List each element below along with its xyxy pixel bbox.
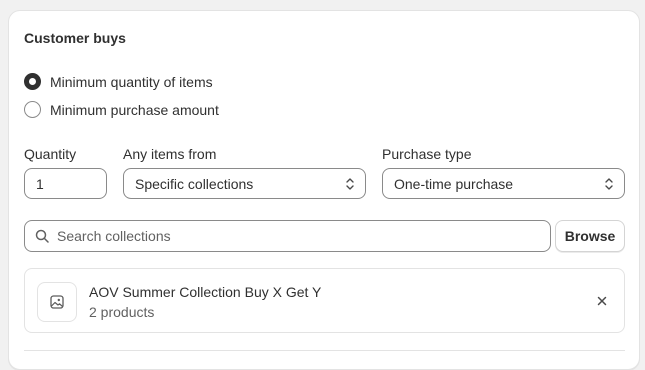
radio-minimum-quantity[interactable]: Minimum quantity of items: [24, 73, 213, 90]
search-placeholder: Search collections: [57, 228, 171, 244]
items-from-select[interactable]: Specific collections: [123, 168, 366, 199]
search-icon: [35, 229, 49, 243]
selected-collection-item: AOV Summer Collection Buy X Get Y 2 prod…: [24, 268, 625, 333]
search-collections-input[interactable]: Search collections: [24, 220, 551, 252]
radio-label-minimum-quantity: Minimum quantity of items: [50, 73, 213, 90]
purchase-type-value: One-time purchase: [394, 175, 514, 192]
quantity-value: 1: [36, 175, 44, 192]
purchase-type-select[interactable]: One-time purchase: [382, 168, 625, 199]
purchase-type-label: Purchase type: [382, 146, 472, 162]
items-from-label: Any items from: [123, 146, 217, 162]
quantity-label: Quantity: [24, 146, 77, 162]
collection-product-count: 2 products: [89, 304, 155, 320]
radio-minimum-purchase[interactable]: Minimum purchase amount: [24, 101, 219, 118]
select-chevron-icon: [605, 178, 613, 190]
remove-collection-button[interactable]: [594, 293, 610, 309]
radio-label-minimum-purchase: Minimum purchase amount: [50, 101, 219, 118]
image-placeholder-icon: [50, 295, 64, 309]
radio-button-unchecked[interactable]: [24, 101, 41, 118]
section-divider: [24, 350, 625, 351]
radio-button-checked[interactable]: [24, 73, 41, 90]
browse-button[interactable]: Browse: [555, 220, 625, 252]
items-from-value: Specific collections: [135, 175, 254, 192]
close-icon: [597, 296, 607, 306]
collection-thumbnail: [37, 282, 77, 322]
quantity-input[interactable]: 1: [24, 168, 107, 199]
customer-buys-card: Customer buys Minimum quantity of items …: [8, 10, 640, 370]
select-chevron-icon: [346, 178, 354, 190]
card-title: Customer buys: [24, 30, 126, 46]
collection-title: AOV Summer Collection Buy X Get Y: [89, 284, 322, 300]
